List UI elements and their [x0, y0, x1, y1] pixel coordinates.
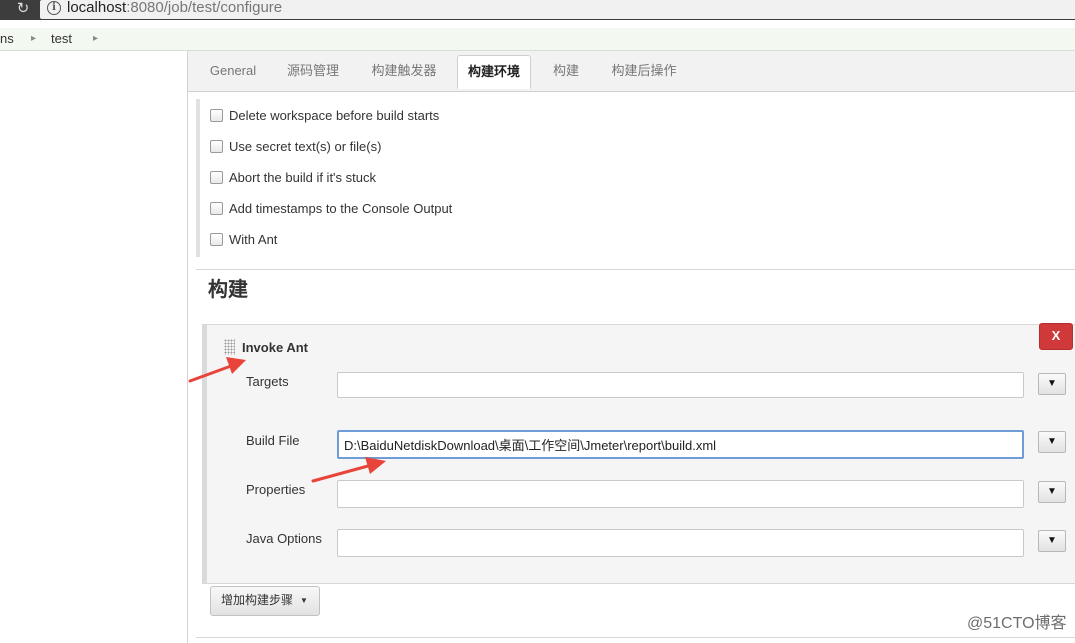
section-left-bar — [196, 99, 200, 257]
option-label: Add timestamps to the Console Output — [229, 201, 453, 216]
info-icon[interactable]: i — [47, 1, 61, 15]
checkbox[interactable] — [210, 109, 223, 122]
breadcrumb-separator-icon[interactable]: ▸ — [31, 30, 36, 47]
option-label: Abort the build if it's stuck — [229, 170, 376, 185]
section-divider — [196, 637, 1075, 638]
java-options-input[interactable] — [337, 529, 1024, 557]
url-path: :8080/job/test/configure — [126, 0, 283, 16]
url-text[interactable]: localhost:8080/job/test/configure — [67, 0, 282, 18]
java-options-label: Java Options — [246, 531, 322, 546]
build-file-label: Build File — [246, 433, 300, 448]
option-label: Delete workspace before build starts — [229, 108, 440, 123]
tab-post-build[interactable]: 构建后操作 — [604, 55, 684, 86]
checkbox[interactable] — [210, 171, 223, 184]
add-build-step-button[interactable]: 增加构建步骤 ▼ — [210, 586, 320, 616]
properties-input[interactable] — [337, 480, 1024, 508]
java-options-expand-icon[interactable]: ▼ — [1038, 530, 1066, 552]
option-label: With Ant — [229, 232, 278, 247]
build-environment-section: Delete workspace before build starts Use… — [196, 99, 1075, 267]
configure-main: General 源码管理 构建触发器 构建环境 构建 构建后操作 Delete … — [188, 51, 1075, 643]
delete-step-button[interactable]: X — [1039, 323, 1073, 350]
tab-build-environment[interactable]: 构建环境 — [457, 55, 531, 89]
build-file-input[interactable] — [337, 430, 1024, 459]
breadcrumb-separator-icon[interactable]: ▸ — [93, 30, 98, 47]
properties-label: Properties — [246, 482, 306, 497]
option-label: Use secret text(s) or file(s) — [229, 139, 382, 154]
checkbox[interactable] — [210, 233, 223, 246]
build-section-title: 构建 — [208, 279, 248, 301]
properties-expand-icon[interactable]: ▼ — [1038, 481, 1066, 503]
tab-build-triggers[interactable]: 构建触发器 — [364, 55, 444, 86]
step-left-bar — [202, 325, 207, 583]
checkbox[interactable] — [210, 202, 223, 215]
targets-input[interactable] — [337, 372, 1024, 398]
targets-expand-icon[interactable]: ▼ — [1038, 373, 1066, 395]
breadcrumb-item-jenkins[interactable]: ns — [0, 30, 14, 47]
reload-icon[interactable]: ↻ — [14, 0, 32, 18]
add-build-step-label: 增加构建步骤 — [221, 593, 294, 607]
tab-build[interactable]: 构建 — [544, 55, 588, 86]
browser-address-bar: ↻ i localhost:8080/job/test/configure — [0, 0, 1075, 20]
url-host: localhost — [67, 0, 127, 16]
drag-handle-icon[interactable] — [224, 339, 235, 355]
caret-down-icon: ▼ — [300, 596, 308, 605]
config-tab-bar: General 源码管理 构建触发器 构建环境 构建 构建后操作 — [188, 51, 1075, 92]
targets-label: Targets — [246, 374, 289, 389]
watermark: @51CTO博客 — [967, 615, 1067, 632]
build-file-expand-icon[interactable]: ▼ — [1038, 431, 1066, 453]
breadcrumb: ns ▸ test ▸ — [0, 28, 1075, 51]
step-title: Invoke Ant — [242, 340, 308, 355]
sidebar — [0, 51, 188, 643]
url-box[interactable]: i localhost:8080/job/test/configure — [40, 0, 1075, 19]
invoke-ant-step: Invoke Ant X Targets ▼ Build File ▼ Prop… — [202, 323, 1075, 584]
breadcrumb-item-test[interactable]: test — [51, 30, 72, 47]
tab-source-code[interactable]: 源码管理 — [280, 55, 346, 86]
section-divider — [196, 269, 1075, 270]
tab-general[interactable]: General — [204, 55, 262, 86]
checkbox[interactable] — [210, 140, 223, 153]
